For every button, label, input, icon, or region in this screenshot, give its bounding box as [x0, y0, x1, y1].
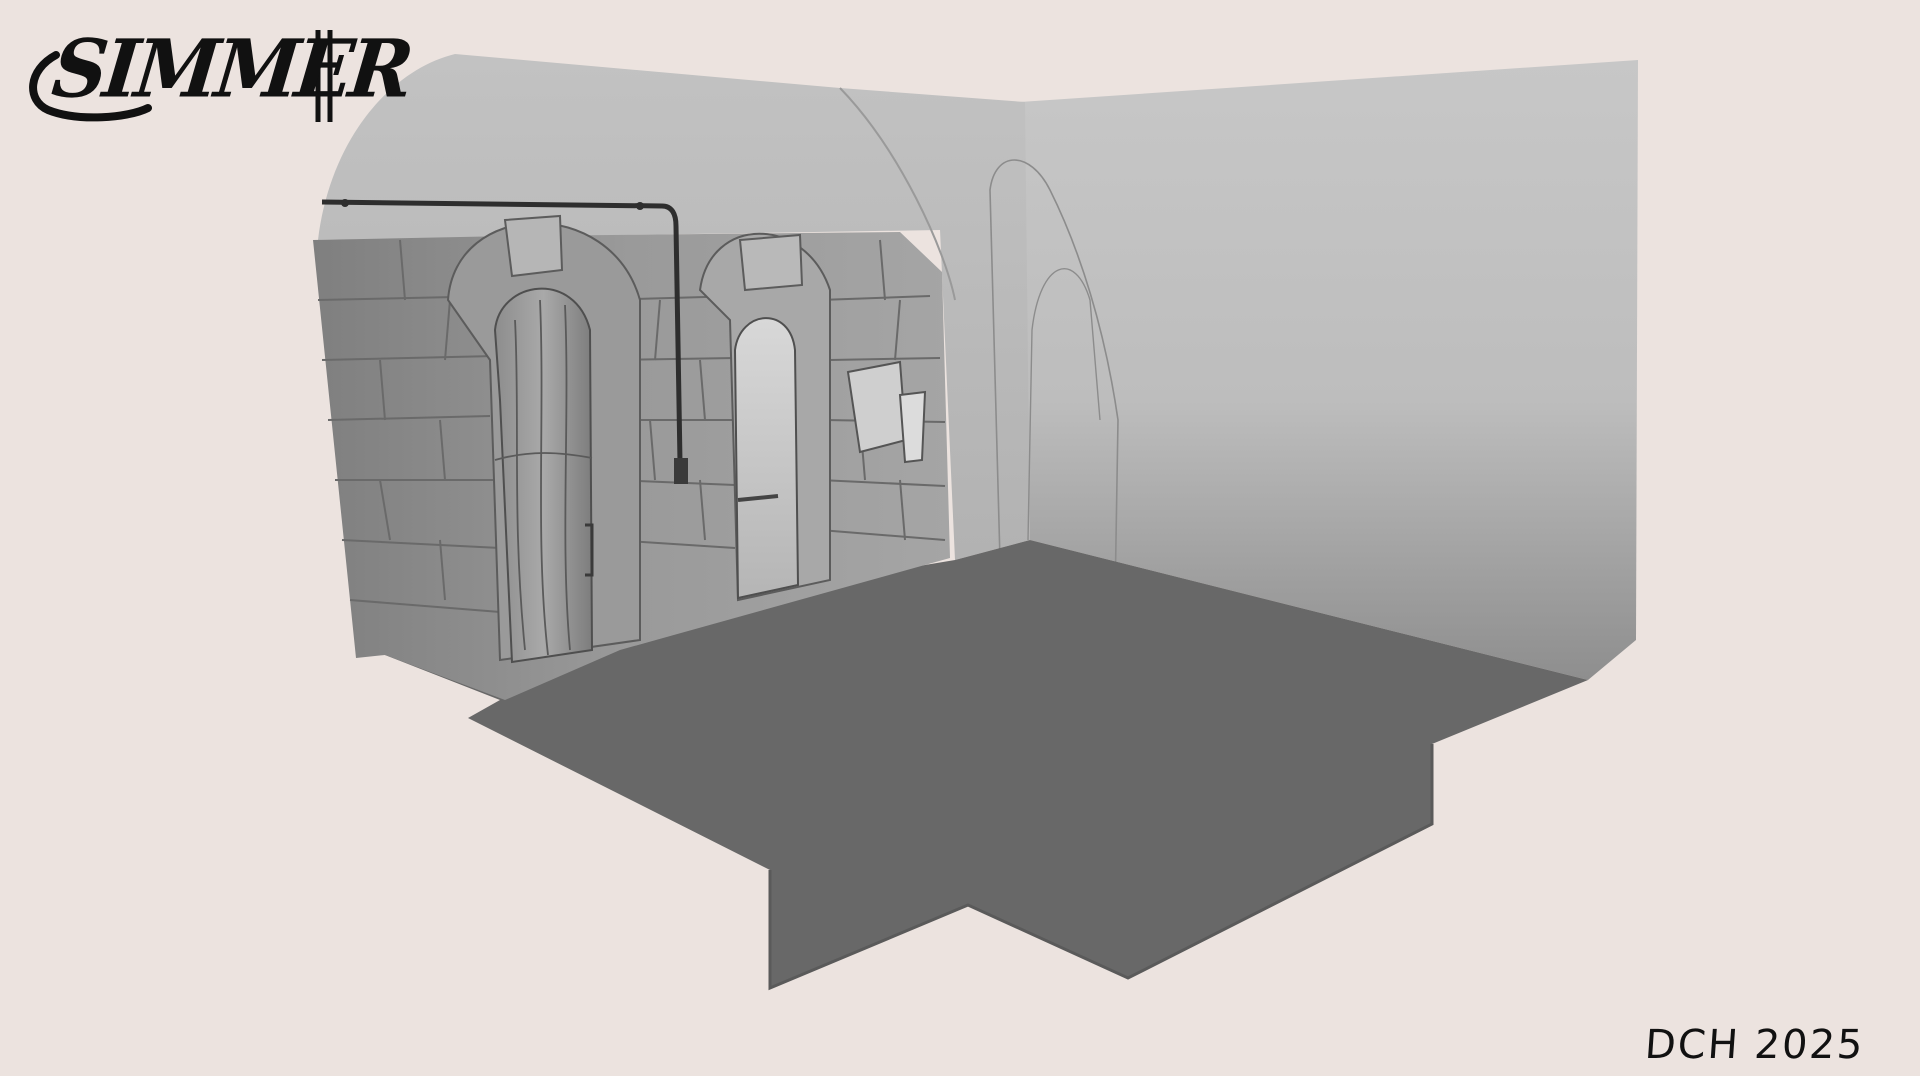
artist-signature: DCH 2025 — [1643, 1022, 1866, 1068]
dungeon-room-illustration — [313, 54, 1638, 991]
simmer-logo: SIMMER — [18, 10, 414, 135]
artwork-canvas: SIMMER DCH 2025 — [0, 0, 1920, 1076]
logo-text: SIMMER — [48, 22, 414, 116]
